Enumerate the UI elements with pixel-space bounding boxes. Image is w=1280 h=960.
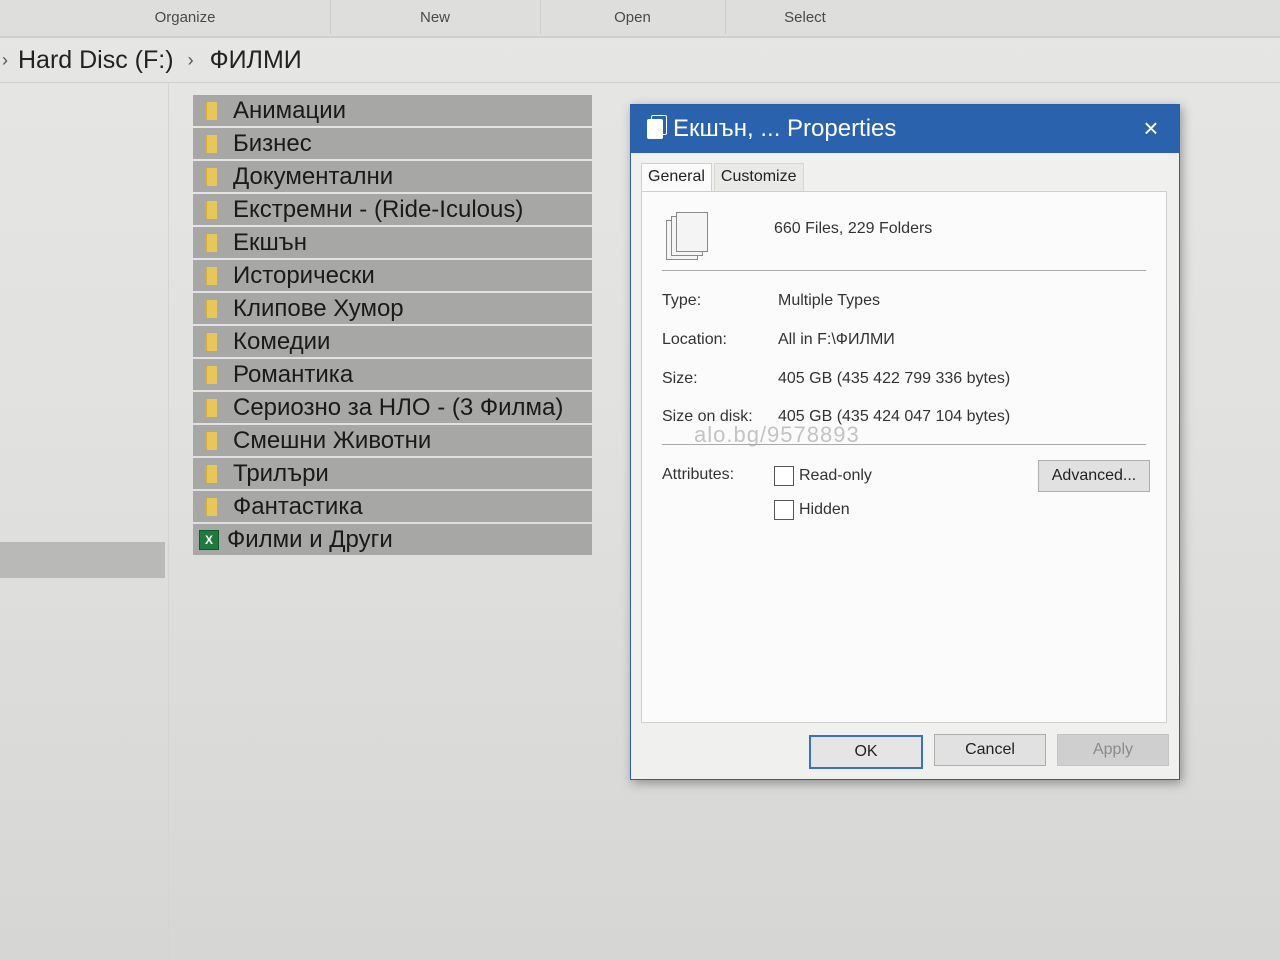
files-folders-count: 660 Files, 229 Folders — [774, 220, 933, 237]
file-row[interactable]: Документални — [193, 161, 592, 192]
file-row[interactable]: X Филми и Други — [193, 524, 592, 555]
separator — [662, 270, 1146, 271]
file-row[interactable]: Романтика — [193, 359, 592, 390]
readonly-checkbox[interactable] — [774, 466, 794, 486]
file-row[interactable]: Трилъри — [193, 458, 592, 489]
file-name: Трилъри — [233, 459, 329, 487]
readonly-checkbox-row[interactable]: Read-only — [774, 466, 872, 486]
ribbon-new[interactable]: New — [330, 0, 541, 34]
folder-icon — [205, 167, 217, 186]
excel-icon: X — [199, 529, 219, 550]
size-value: 405 GB (435 422 799 336 bytes) — [778, 370, 1011, 387]
dialog-title: Екшън, ... Properties — [673, 115, 897, 142]
apply-button[interactable]: Apply — [1057, 734, 1169, 766]
general-panel: 660 Files, 229 Folders Type: Multiple Ty… — [641, 191, 1167, 723]
folder-icon — [205, 134, 217, 153]
folder-icon — [205, 233, 217, 252]
folder-icon — [205, 464, 217, 483]
file-name: Комедии — [233, 327, 331, 355]
file-name: Смешни Животни — [233, 426, 432, 454]
breadcrumb-folder[interactable]: ФИЛМИ — [210, 46, 302, 75]
folder-icon — [205, 299, 217, 318]
breadcrumb-drive[interactable]: Hard Disc (F:) — [18, 46, 174, 75]
file-row[interactable]: Комедии — [193, 326, 592, 357]
file-row[interactable]: Фантастика — [193, 491, 592, 522]
folder-icon — [205, 431, 217, 450]
chevron-right-icon[interactable]: › — [188, 50, 194, 71]
folder-icon — [205, 497, 217, 516]
file-name: Анимации — [233, 96, 347, 124]
folder-icon — [205, 266, 217, 285]
advanced-button[interactable]: Advanced... — [1038, 460, 1150, 492]
navigation-pane[interactable] — [0, 82, 169, 960]
file-row[interactable]: Анимации — [193, 95, 592, 126]
attributes-label: Attributes: — [662, 466, 735, 483]
readonly-label: Read-only — [799, 467, 872, 484]
file-row[interactable]: Бизнес — [193, 128, 592, 159]
ribbon-select[interactable]: Select — [725, 0, 885, 34]
properties-dialog: Екшън, ... Properties × General Customiz… — [630, 104, 1180, 780]
dialog-title-bar[interactable]: Екшън, ... Properties × — [631, 105, 1179, 153]
location-value: All in F:\ФИЛМИ — [778, 331, 895, 348]
tab-customize[interactable]: Customize — [713, 163, 804, 192]
file-row[interactable]: Екшън — [193, 227, 592, 258]
multiple-files-icon — [647, 115, 667, 139]
nav-selected-item[interactable] — [0, 542, 165, 578]
file-row[interactable]: Смешни Животни — [193, 425, 592, 456]
multiple-files-icon — [666, 212, 708, 260]
file-name: Фантастика — [233, 492, 363, 520]
ribbon-open[interactable]: Open — [540, 0, 726, 34]
close-icon[interactable]: × — [1139, 115, 1163, 141]
size-label: Size: — [662, 370, 698, 387]
folder-icon — [205, 332, 217, 351]
tab-general[interactable]: General — [641, 163, 712, 192]
cancel-button[interactable]: Cancel — [934, 734, 1046, 766]
file-row[interactable]: Сериозно за НЛО - (3 Филма) — [193, 392, 592, 423]
file-name: Исторически — [233, 261, 375, 289]
file-name: Романтика — [233, 360, 354, 388]
file-name: Сериозно за НЛО - (3 Филма) — [233, 393, 564, 421]
dialog-tabs: General Customize — [641, 163, 804, 192]
file-name: Документални — [233, 162, 394, 190]
file-row[interactable]: Клипове Хумор — [193, 293, 592, 324]
ok-button[interactable]: OK — [809, 735, 923, 769]
folder-icon — [205, 398, 217, 417]
hidden-checkbox-row[interactable]: Hidden — [774, 500, 850, 520]
type-label: Type: — [662, 292, 702, 309]
file-name: Екстремни - (Ride-Iculous) — [233, 195, 524, 223]
ribbon-organize[interactable]: Organize — [40, 0, 331, 34]
file-row[interactable]: Исторически — [193, 260, 592, 291]
address-bar[interactable]: › Hard Disc (F:) › ФИЛМИ — [0, 38, 1280, 83]
separator — [662, 444, 1146, 445]
hidden-label: Hidden — [799, 501, 850, 518]
file-row[interactable]: Екстремни - (Ride-Iculous) — [193, 194, 592, 225]
file-name: Филми и Други — [227, 525, 393, 553]
ribbon: Organize New Open Select — [0, 0, 1280, 38]
type-value: Multiple Types — [778, 292, 880, 309]
file-name: Клипове Хумор — [233, 294, 404, 322]
location-label: Location: — [662, 331, 727, 348]
file-list: Анимации Бизнес Документални Екстремни -… — [193, 95, 592, 557]
file-name: Екшън — [233, 228, 308, 256]
folder-icon — [205, 200, 217, 219]
file-name: Бизнес — [233, 129, 312, 157]
hidden-checkbox[interactable] — [774, 500, 794, 520]
chevron-right-icon[interactable]: › — [2, 50, 8, 71]
folder-icon — [205, 365, 217, 384]
folder-icon — [205, 101, 217, 120]
